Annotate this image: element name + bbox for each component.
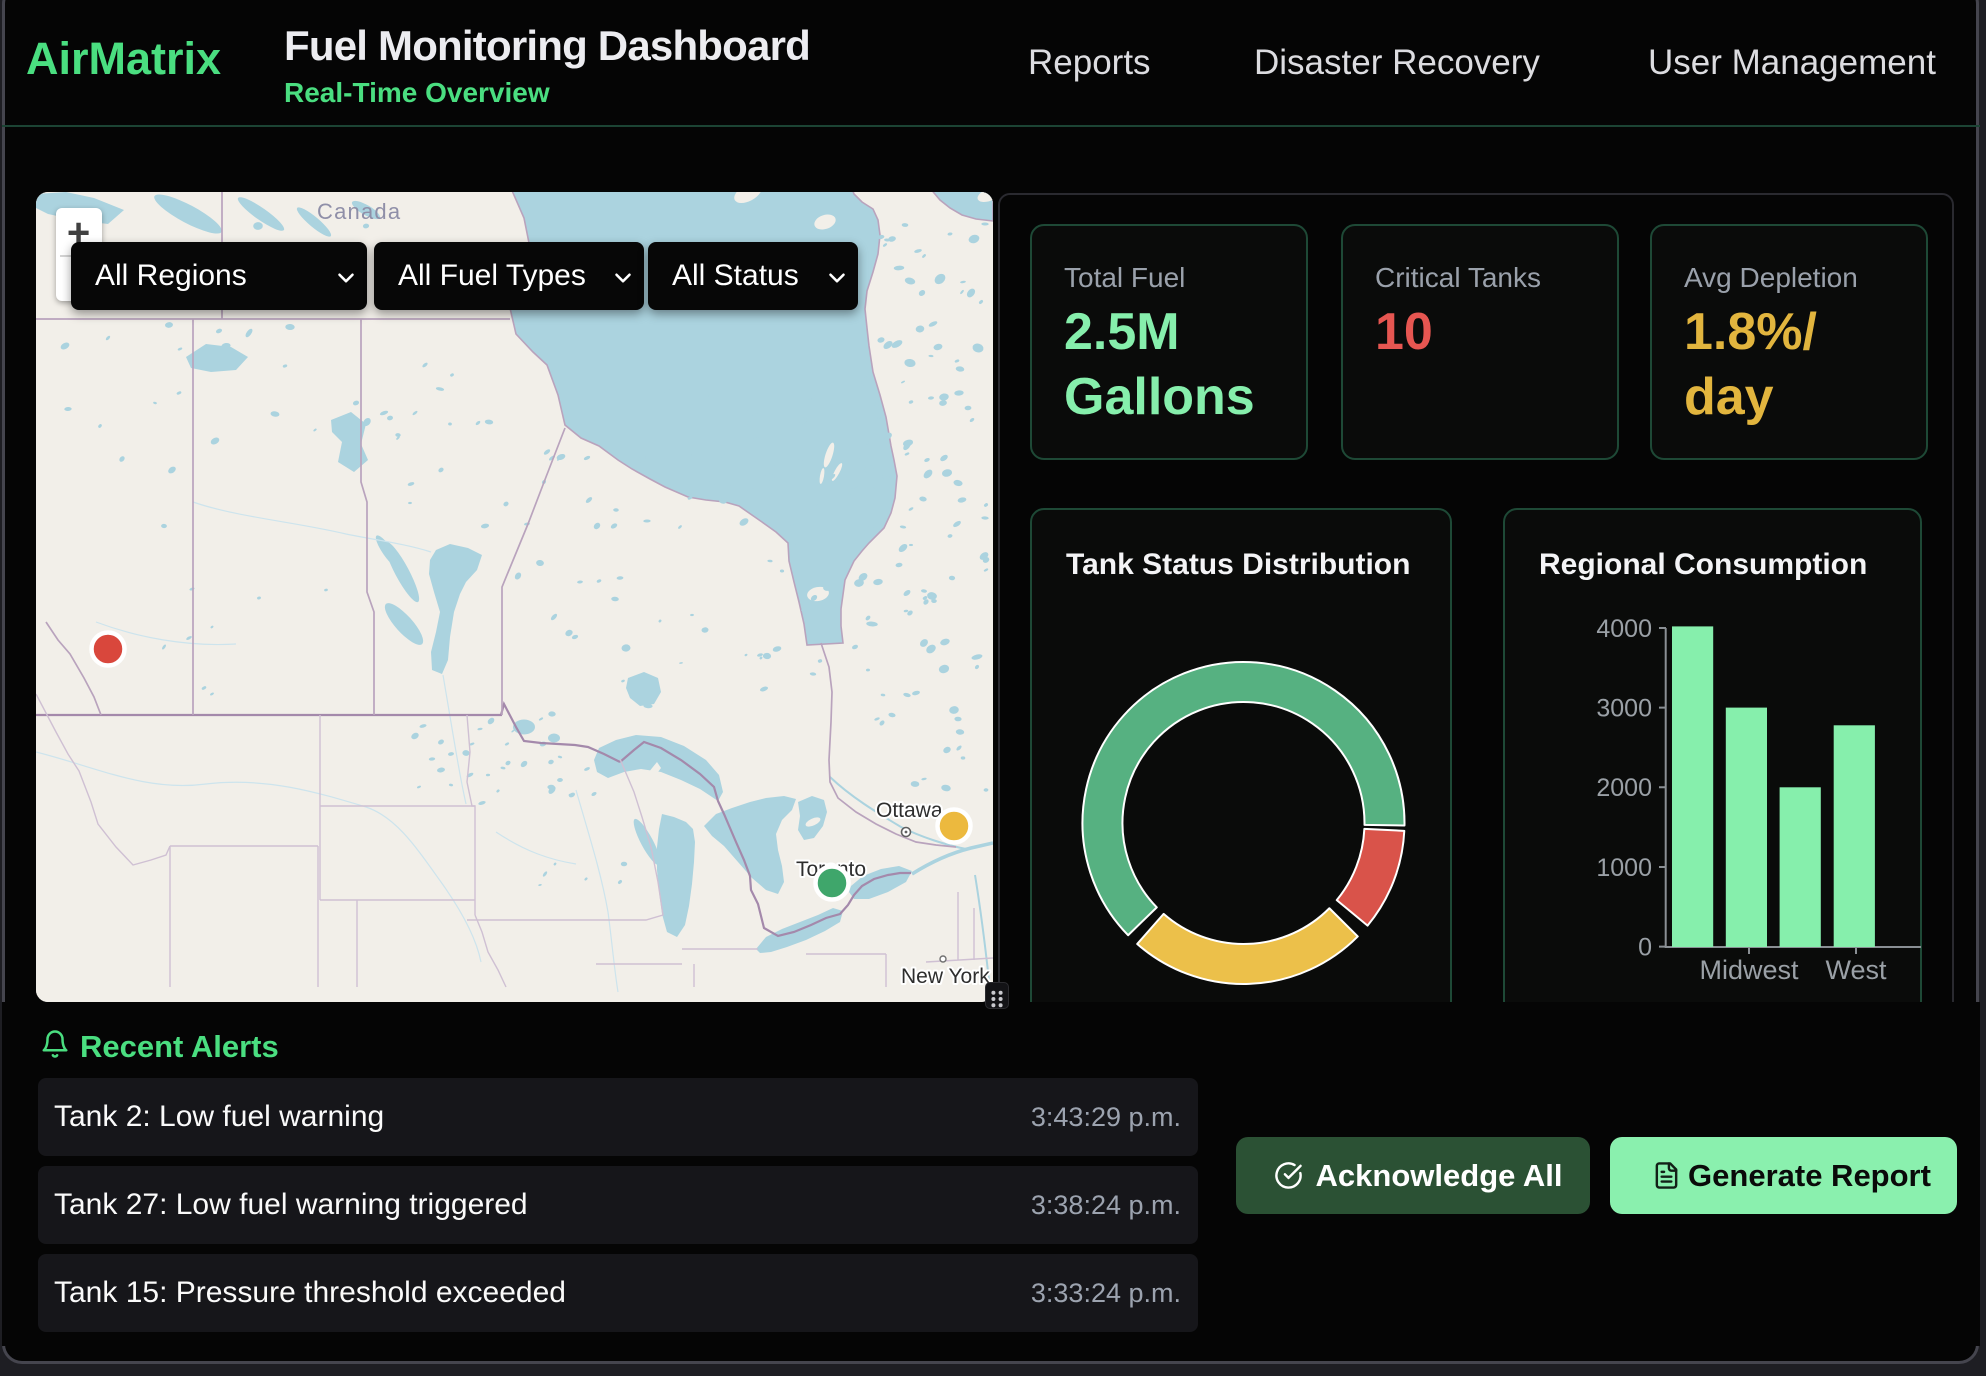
svg-text:Canada: Canada [317, 199, 401, 224]
svg-text:West: West [1825, 955, 1887, 985]
svg-text:Ottawa: Ottawa [876, 799, 943, 822]
svg-text:1000: 1000 [1596, 854, 1652, 882]
svg-text:0: 0 [1638, 934, 1652, 962]
svg-text:3000: 3000 [1596, 695, 1652, 723]
svg-text:2000: 2000 [1596, 774, 1652, 802]
svg-text:4000: 4000 [1596, 615, 1652, 643]
svg-text:New York: New York [901, 965, 990, 988]
svg-text:Midwest: Midwest [1699, 955, 1799, 985]
